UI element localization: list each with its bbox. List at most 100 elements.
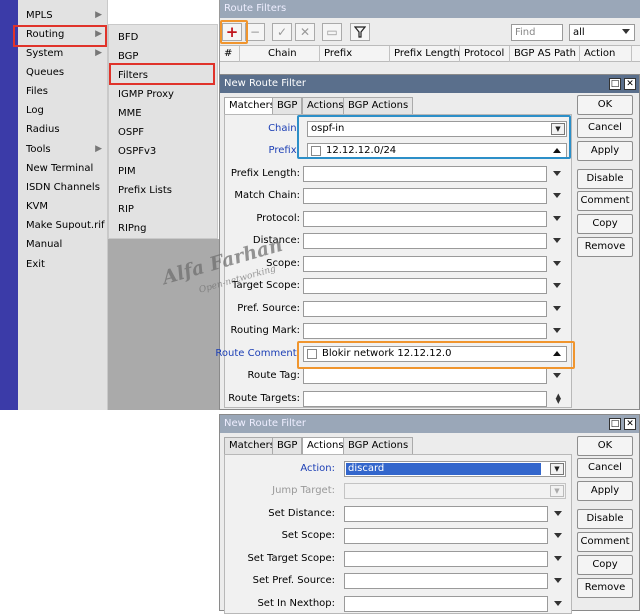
distance-field[interactable] (303, 233, 561, 249)
find-input[interactable]: Find (511, 24, 563, 41)
pref-source-field[interactable] (303, 301, 561, 317)
close-icon[interactable]: ✕ (624, 78, 636, 90)
column-header-protocol[interactable]: Protocol (460, 46, 510, 62)
chevron-down-icon[interactable] (553, 171, 561, 176)
menu-item-make-supout[interactable]: Make Supout.rif (18, 216, 108, 235)
menu-item-manual[interactable]: Manual (18, 235, 108, 254)
submenu-item-mme[interactable]: MME (109, 104, 217, 123)
remove-button[interactable]: Remove (577, 578, 633, 598)
collapse-up-icon[interactable] (553, 148, 561, 153)
chain-field[interactable]: ospf-in ▼ (307, 121, 567, 137)
dropdown-button-icon[interactable]: ▼ (550, 463, 564, 475)
chevron-down-icon[interactable] (554, 533, 562, 538)
tab-bgp-actions[interactable]: BGP Actions (343, 437, 414, 454)
protocol-field[interactable] (303, 211, 561, 227)
chevron-down-icon[interactable] (553, 261, 561, 266)
menu-item-exit[interactable]: Exit (18, 255, 108, 274)
remove-button[interactable]: − (245, 23, 265, 41)
column-header-action[interactable]: Action (580, 46, 632, 62)
updown-arrows-icon[interactable]: ▲ ▼ (556, 393, 561, 405)
chevron-down-icon[interactable] (553, 238, 561, 243)
dialog-titlebar[interactable]: New Route Filter □ ✕ (220, 415, 639, 433)
chevron-down-icon[interactable] (553, 373, 561, 378)
comment-button[interactable]: Comment (577, 191, 633, 211)
not-checkbox[interactable] (311, 146, 321, 156)
chevron-down-icon[interactable] (553, 328, 561, 333)
chevron-down-icon[interactable] (554, 601, 562, 606)
chevron-down-icon[interactable] (553, 216, 561, 221)
set-pref-source-field[interactable] (344, 573, 562, 589)
set-target-scope-field[interactable] (344, 551, 562, 567)
column-header-chain[interactable]: Chain (264, 46, 320, 62)
ok-button[interactable]: OK (577, 436, 633, 456)
submenu-item-filters[interactable]: Filters (109, 66, 217, 85)
menu-item-system[interactable]: System ▶ (18, 44, 108, 63)
tab-actions[interactable]: Actions (302, 97, 349, 114)
filter-select[interactable]: all (569, 24, 635, 41)
set-distance-field[interactable] (344, 506, 562, 522)
maximize-icon[interactable]: □ (609, 78, 621, 90)
menu-item-queues[interactable]: Queues (18, 63, 108, 82)
menu-item-new-terminal[interactable]: New Terminal (18, 159, 108, 178)
prefix-length-field[interactable] (303, 166, 561, 182)
column-header-prefix-length[interactable]: Prefix Length (390, 46, 460, 62)
tab-bgp[interactable]: BGP (272, 437, 303, 454)
route-targets-field[interactable]: ▲ ▼ (303, 391, 561, 407)
set-scope-field[interactable] (344, 528, 562, 544)
route-tag-field[interactable] (303, 368, 561, 384)
collapse-up-icon[interactable] (553, 351, 561, 356)
disable-button[interactable]: Disable (577, 509, 633, 529)
submenu-item-igmp-proxy[interactable]: IGMP Proxy (109, 85, 217, 104)
prefix-field[interactable]: 12.12.12.0/24 (307, 143, 567, 159)
submenu-item-bfd[interactable]: BFD (109, 28, 217, 47)
chevron-down-icon[interactable] (554, 511, 562, 516)
close-icon[interactable]: ✕ (624, 418, 636, 430)
scope-field[interactable] (303, 256, 561, 272)
tab-bgp[interactable]: BGP (272, 97, 303, 114)
apply-button[interactable]: Apply (577, 481, 633, 501)
menu-item-radius[interactable]: Radius (18, 120, 108, 139)
copy-button[interactable]: Copy (577, 214, 633, 234)
menu-item-log[interactable]: Log (18, 101, 108, 120)
chevron-down-icon[interactable] (553, 306, 561, 311)
add-button[interactable]: + (222, 23, 242, 41)
apply-button[interactable]: Apply (577, 141, 633, 161)
menu-item-routing[interactable]: Routing ▶ (18, 25, 108, 44)
menu-item-mpls[interactable]: MPLS ▶ (18, 6, 108, 25)
chevron-down-icon[interactable] (553, 193, 561, 198)
menu-item-files[interactable]: Files (18, 82, 108, 101)
copy-button[interactable]: Copy (577, 555, 633, 575)
menu-item-kvm[interactable]: KVM (18, 197, 108, 216)
comment-button[interactable]: ▭ (322, 23, 342, 41)
submenu-item-bgp[interactable]: BGP (109, 47, 217, 66)
filter-button[interactable] (350, 23, 370, 41)
cancel-button[interactable]: Cancel (577, 118, 633, 138)
menu-item-tools[interactable]: Tools ▶ (18, 140, 108, 159)
cancel-button[interactable]: Cancel (577, 458, 633, 478)
chevron-down-icon[interactable] (553, 283, 561, 288)
disable-button[interactable]: ✕ (295, 23, 315, 41)
remove-button[interactable]: Remove (577, 237, 633, 257)
column-header-prefix[interactable]: Prefix (320, 46, 390, 62)
chevron-down-icon[interactable] (554, 578, 562, 583)
column-header-number[interactable]: # (220, 46, 240, 62)
menu-item-isdn-channels[interactable]: ISDN Channels (18, 178, 108, 197)
not-checkbox[interactable] (307, 349, 317, 359)
target-scope-field[interactable] (303, 278, 561, 294)
maximize-icon[interactable]: □ (609, 418, 621, 430)
dialog-titlebar[interactable]: New Route Filter □ ✕ (220, 75, 639, 93)
action-field[interactable]: discard ▼ (344, 461, 566, 477)
set-in-nexthop-field[interactable] (344, 596, 562, 612)
route-filters-titlebar[interactable]: Route Filters (220, 0, 640, 18)
disable-button[interactable]: Disable (577, 169, 633, 189)
chevron-down-icon[interactable] (554, 556, 562, 561)
route-comment-field[interactable]: Blokir network 12.12.12.0 (303, 346, 567, 362)
column-header-bgp-as-path[interactable]: BGP AS Path (510, 46, 580, 62)
tab-bgp-actions[interactable]: BGP Actions (343, 97, 414, 114)
routing-mark-field[interactable] (303, 323, 561, 339)
ok-button[interactable]: OK (577, 95, 633, 115)
match-chain-field[interactable] (303, 188, 561, 204)
comment-button[interactable]: Comment (577, 532, 633, 552)
tab-actions[interactable]: Actions (302, 437, 349, 455)
dropdown-button-icon[interactable]: ▼ (551, 123, 565, 135)
